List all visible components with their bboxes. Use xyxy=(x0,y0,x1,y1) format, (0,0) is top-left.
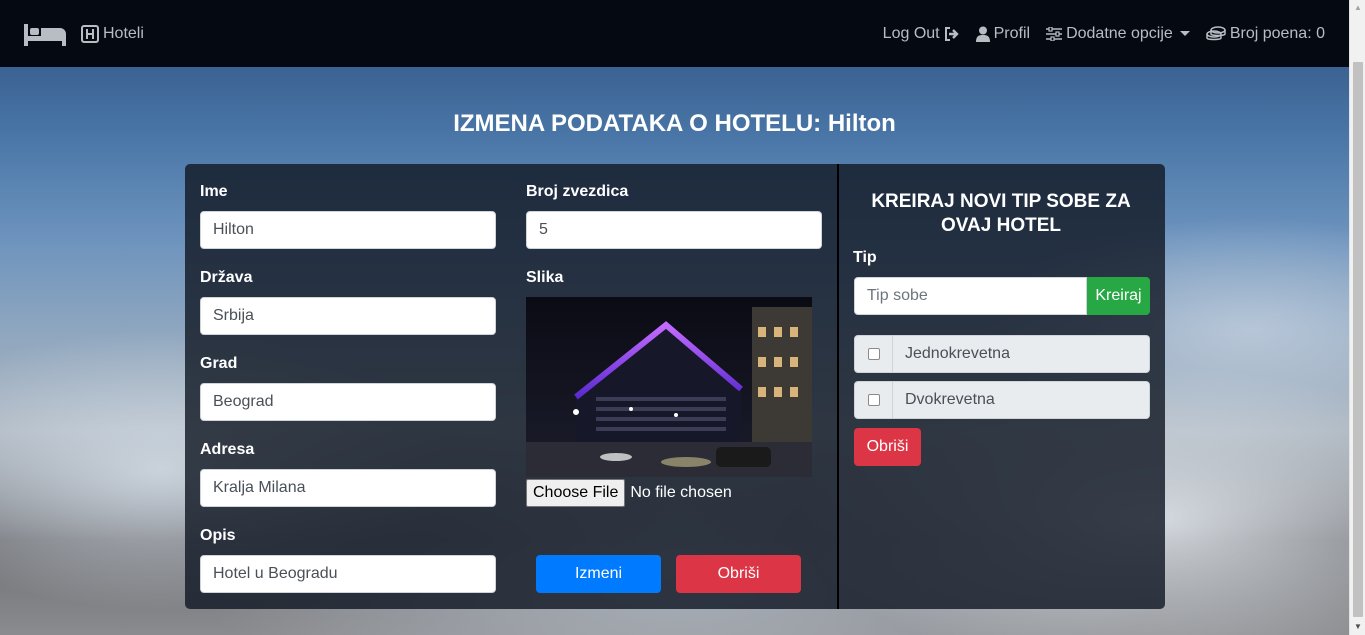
sign-out-icon xyxy=(944,26,960,41)
city-input[interactable] xyxy=(200,383,496,421)
options-dropdown[interactable]: Dodatne opcije xyxy=(1046,25,1190,43)
room-type-item-label: Jednokrevetna xyxy=(893,335,1150,373)
logout-link[interactable]: Log Out xyxy=(883,25,960,43)
user-icon xyxy=(975,26,990,42)
room-type-item-label: Dvokrevetna xyxy=(893,381,1150,419)
bed-icon[interactable] xyxy=(24,22,66,46)
country-input[interactable] xyxy=(200,297,496,335)
room-type-input-group: Kreiraj xyxy=(854,277,1150,315)
image-label: Slika xyxy=(526,269,564,286)
navbar-right: Log Out Profil Dodatne opcije Broj poena… xyxy=(867,25,1325,43)
nav-hotels-label: Hoteli xyxy=(103,24,144,42)
delete-hotel-button[interactable]: Obriši xyxy=(676,555,801,593)
checkbox-box[interactable] xyxy=(867,348,880,360)
create-room-type-button[interactable]: Kreiraj xyxy=(1087,277,1150,315)
options-label: Dodatne opcije xyxy=(1066,24,1173,42)
room-type-item: Jednokrevetna xyxy=(854,335,1150,373)
navbar: Hoteli Log Out Profil Dodatne opcije Bro… xyxy=(0,0,1349,67)
room-type-checkbox[interactable] xyxy=(854,381,893,419)
room-type-checkbox[interactable] xyxy=(854,335,893,373)
coins-icon xyxy=(1206,25,1226,42)
hotel-image xyxy=(526,297,812,477)
logout-label: Log Out xyxy=(882,24,940,42)
panel-divider xyxy=(837,164,839,609)
room-type-label: Tip xyxy=(853,249,877,266)
checkbox-box[interactable] xyxy=(867,394,880,406)
chevron-down-icon xyxy=(1179,31,1190,36)
city-label: Grad xyxy=(200,355,238,372)
description-input[interactable] xyxy=(200,555,496,593)
profile-label: Profil xyxy=(993,24,1031,42)
no-file-text: No file chosen xyxy=(630,484,732,501)
room-type-title: KREIRAJ NOVI TIP SOBE ZA OVAJ HOTEL xyxy=(871,191,1131,236)
navbar-left: Hoteli xyxy=(24,22,144,46)
choose-file-button[interactable]: Choose File xyxy=(526,479,626,507)
hotel-edit-panel: Ime Država Grad Adresa Opis Broj zvezdic… xyxy=(185,164,1165,609)
name-input[interactable] xyxy=(200,211,496,249)
room-type-input[interactable] xyxy=(854,277,1087,315)
room-type-item: Dvokrevetna xyxy=(854,381,1150,419)
points-label: Broj poena: 0 xyxy=(1229,24,1325,42)
name-label: Ime xyxy=(200,183,228,200)
scroll-up-arrow-icon[interactable]: ▲ xyxy=(1350,0,1365,16)
sliders-icon xyxy=(1046,26,1063,41)
profile-link[interactable]: Profil xyxy=(975,24,1031,43)
scroll-thumb[interactable] xyxy=(1353,62,1363,617)
description-label: Opis xyxy=(200,527,236,544)
address-label: Adresa xyxy=(200,441,255,458)
nav-hotels-link[interactable]: Hoteli xyxy=(81,24,144,43)
hotel-icon xyxy=(81,24,99,43)
address-input[interactable] xyxy=(200,469,496,507)
scroll-down-arrow-icon[interactable]: ▼ xyxy=(1350,619,1365,635)
page-title: IZMENA PODATAKA O HOTELU: Hilton xyxy=(453,110,896,137)
stars-input[interactable] xyxy=(526,211,822,249)
country-label: Država xyxy=(200,269,253,286)
points-link[interactable]: Broj poena: 0 xyxy=(1206,25,1325,43)
update-button[interactable]: Izmeni xyxy=(536,555,661,593)
stars-label: Broj zvezdica xyxy=(526,183,629,200)
delete-room-types-button[interactable]: Obriši xyxy=(854,428,921,466)
file-picker: Choose File No file chosen xyxy=(526,479,732,507)
page-scrollbar[interactable]: ▲ ▼ xyxy=(1349,0,1365,635)
